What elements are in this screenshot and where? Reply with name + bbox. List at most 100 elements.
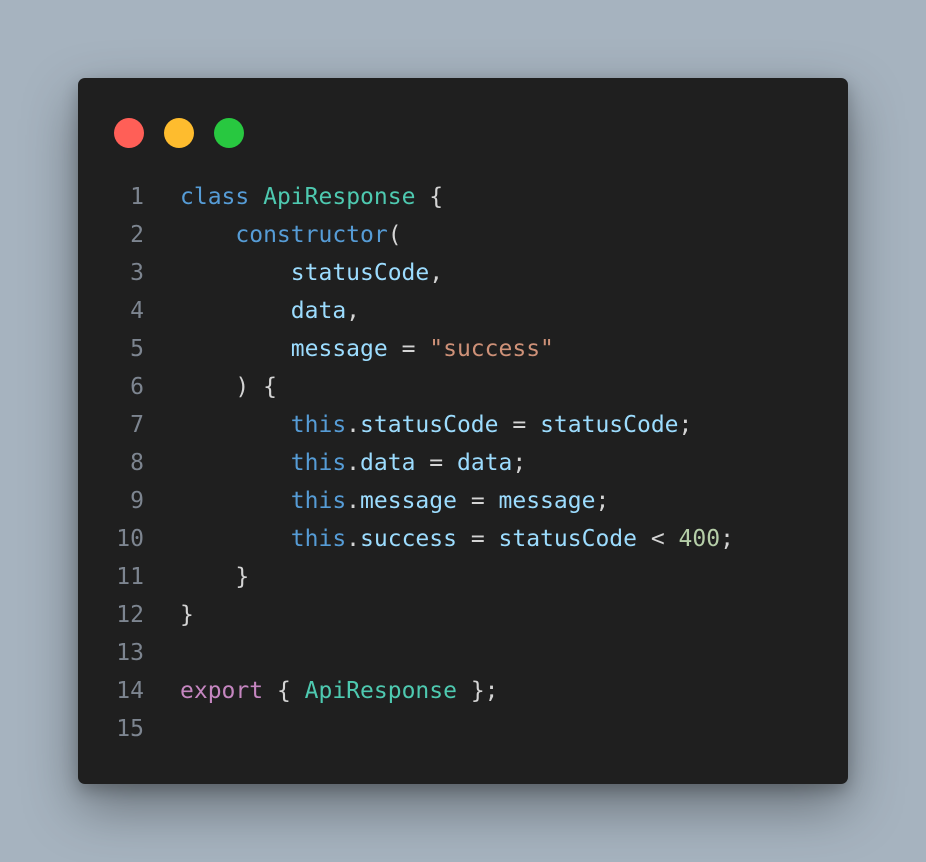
code-token: ) {	[180, 374, 277, 400]
code-line: 6 ) {	[78, 368, 848, 406]
code-line: 2 constructor(	[78, 216, 848, 254]
code-token: .	[346, 450, 361, 476]
code-token: 400	[678, 526, 721, 552]
line-number: 13	[116, 640, 144, 666]
code-token: message	[360, 488, 457, 514]
code-line: 3 statusCode,	[78, 254, 848, 292]
line-number: 2	[130, 222, 144, 248]
code-token: ApiResponse	[304, 678, 457, 704]
code-token: export	[180, 678, 264, 704]
code-token: ,	[346, 298, 361, 324]
code-token: {	[263, 678, 305, 704]
code-token: data	[290, 298, 347, 324]
line-number: 8	[130, 450, 144, 476]
code-token: class	[180, 184, 250, 210]
code-token: {	[415, 184, 444, 210]
code-token: "success"	[429, 336, 554, 362]
code-token: ;	[595, 488, 610, 514]
line-number: 1	[130, 184, 144, 210]
code-token: ;	[512, 450, 527, 476]
code-block: 1 class ApiResponse {2 constructor(3 stat…	[78, 178, 848, 748]
code-token: this	[290, 488, 347, 514]
code-line: 5 message = "success"	[78, 330, 848, 368]
code-token: data	[360, 450, 416, 476]
code-token: };	[456, 678, 499, 704]
code-token: <	[637, 526, 679, 552]
line-code: ) {	[180, 368, 277, 406]
code-token: ,	[429, 260, 444, 286]
code-token: this	[290, 526, 347, 552]
line-code: this.success = statusCode < 400;	[180, 520, 734, 558]
line-code: statusCode,	[180, 254, 443, 292]
code-token: message	[498, 488, 596, 514]
code-token: ApiResponse	[263, 184, 416, 210]
code-window: 1 class ApiResponse {2 constructor(3 stat…	[78, 78, 848, 784]
code-token: constructor	[235, 222, 388, 248]
code-line: 13	[78, 634, 848, 672]
line-code: export { ApiResponse };	[180, 672, 499, 710]
code-token: =	[415, 450, 457, 476]
line-number: 3	[130, 260, 144, 286]
close-button[interactable]	[114, 118, 144, 148]
code-line: 9 this.message = message;	[78, 482, 848, 520]
maximize-button[interactable]	[214, 118, 244, 148]
line-number: 9	[130, 488, 144, 514]
code-token: =	[498, 412, 541, 438]
minimize-button[interactable]	[164, 118, 194, 148]
code-token: statusCode	[498, 526, 637, 552]
code-token: .	[346, 412, 361, 438]
code-token: this	[290, 450, 347, 476]
code-line: 15	[78, 710, 848, 748]
code-token: .	[346, 526, 361, 552]
line-code: this.statusCode = statusCode;	[180, 406, 693, 444]
code-line: 14 export { ApiResponse };	[78, 672, 848, 710]
code-token: statusCode	[540, 412, 679, 438]
code-line: 11 }	[78, 558, 848, 596]
line-number: 7	[130, 412, 144, 438]
code-token: }	[180, 564, 250, 590]
line-number: 6	[130, 374, 144, 400]
code-line: 7 this.statusCode = statusCode;	[78, 406, 848, 444]
line-code: data,	[180, 292, 360, 330]
line-number: 15	[116, 716, 144, 742]
code-token: message	[290, 336, 388, 362]
line-number: 14	[116, 678, 144, 704]
code-token: success	[360, 526, 457, 552]
line-number: 10	[116, 526, 144, 552]
line-code: }	[180, 558, 249, 596]
line-number: 11	[116, 564, 144, 590]
code-line: 4 data,	[78, 292, 848, 330]
code-line: 1 class ApiResponse {	[78, 178, 848, 216]
code-token: statusCode	[290, 260, 430, 286]
code-line: 8 this.data = data;	[78, 444, 848, 482]
line-code: this.message = message;	[180, 482, 610, 520]
code-token: }	[180, 602, 194, 628]
code-line: 10 this.success = statusCode < 400;	[78, 520, 848, 558]
line-number: 5	[130, 336, 144, 362]
line-number: 12	[116, 602, 144, 628]
code-token: (	[387, 222, 402, 248]
line-code: }	[180, 596, 194, 634]
line-code: constructor(	[180, 216, 402, 254]
code-token: ;	[678, 412, 693, 438]
code-token: data	[456, 450, 513, 476]
line-number: 4	[130, 298, 144, 324]
line-code: message = "success"	[180, 330, 554, 368]
code-token: =	[456, 526, 499, 552]
code-token: ;	[720, 526, 734, 552]
line-code: this.data = data;	[180, 444, 526, 482]
line-code: class ApiResponse {	[180, 178, 443, 216]
code-token: this	[290, 412, 347, 438]
code-line: 12}	[78, 596, 848, 634]
code-token: statusCode	[360, 412, 499, 438]
code-token: .	[346, 488, 361, 514]
